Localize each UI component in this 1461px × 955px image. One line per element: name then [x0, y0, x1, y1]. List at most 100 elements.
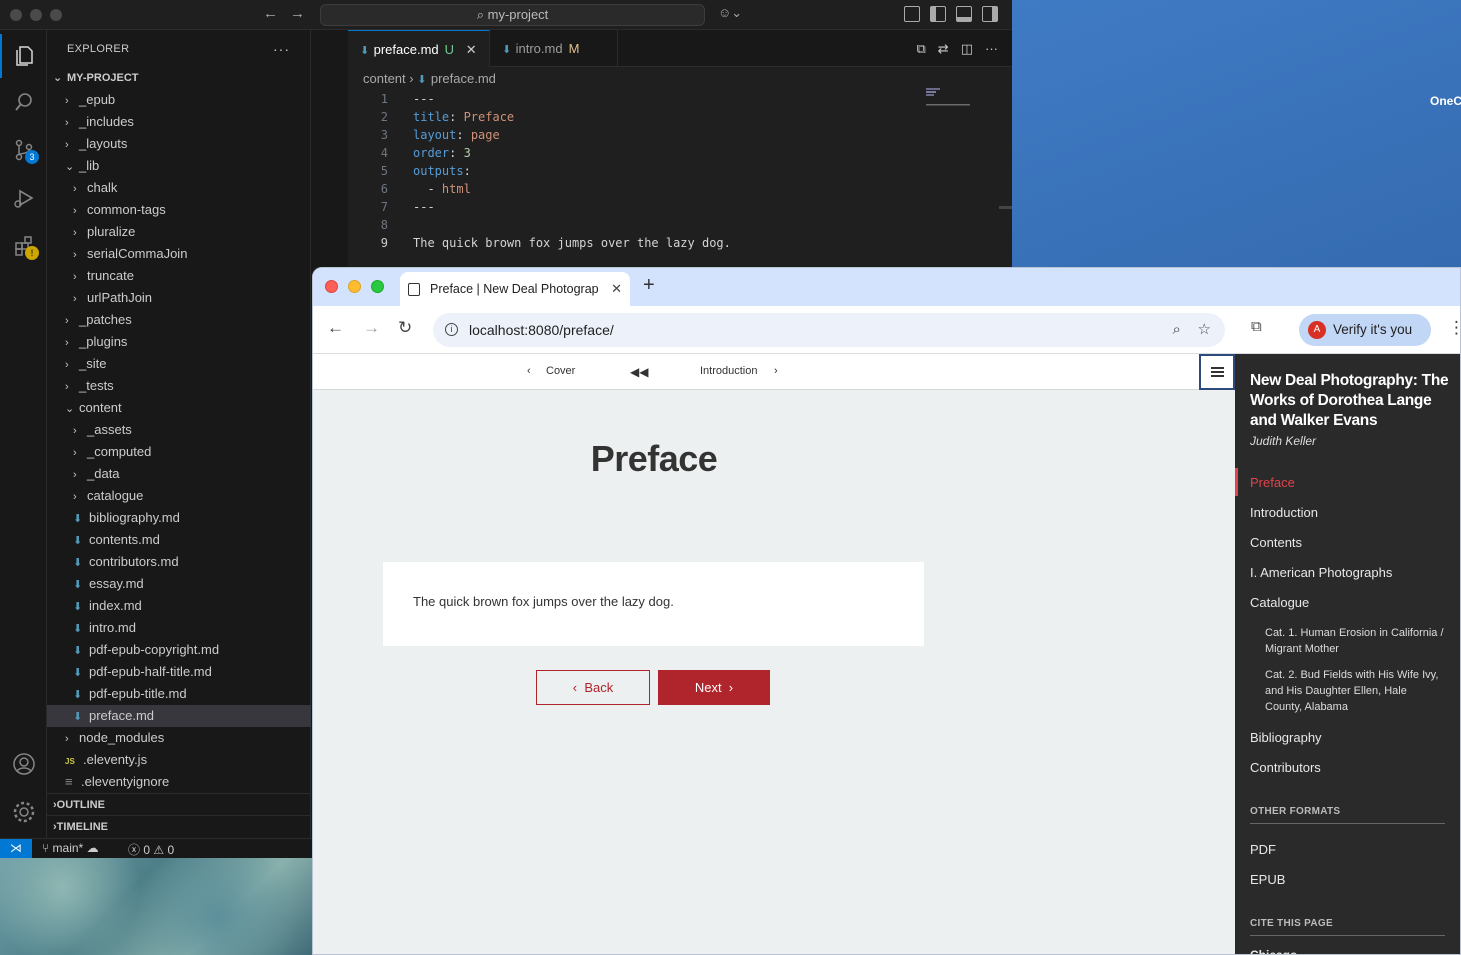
outline-section[interactable]: ›OUTLINE [47, 793, 311, 815]
source-control-icon[interactable]: 3 [0, 128, 47, 172]
copilot-icon[interactable]: ☺⌄ [718, 5, 742, 21]
minimize-window-button[interactable] [348, 280, 361, 293]
close-window-button[interactable] [10, 9, 22, 21]
desktop-icon-label[interactable]: OneC [1430, 94, 1461, 108]
toc-item-preface[interactable]: Preface [1250, 475, 1295, 490]
tree-folder[interactable]: › _includes [47, 111, 311, 133]
tab-preface[interactable]: ⬇ preface.md U ✕ [348, 30, 490, 67]
tree-folder[interactable]: › _patches [47, 309, 311, 331]
open-preview-icon[interactable]: ⧉ [917, 41, 926, 57]
project-root-folder[interactable]: ⌄ MY-PROJECT [47, 67, 311, 89]
tree-folder[interactable]: › _layouts [47, 133, 311, 155]
format-pdf-link[interactable]: PDF [1250, 842, 1276, 857]
forward-arrow-icon[interactable]: → [290, 5, 305, 22]
tree-file[interactable]: ⬇ pdf-epub-title.md [47, 683, 311, 705]
remote-indicator[interactable]: ⋊ [0, 839, 32, 858]
tree-file[interactable]: ⬇ pdf-epub-half-title.md [47, 661, 311, 683]
run-debug-icon[interactable] [0, 176, 47, 220]
split-editor-icon[interactable]: ◫ [961, 41, 973, 57]
tree-file[interactable]: JS .eleventy.js [47, 749, 311, 771]
site-info-icon[interactable]: i [445, 323, 458, 336]
close-tab-icon[interactable]: ✕ [611, 272, 622, 306]
tree-folder[interactable]: › urlPathJoin [47, 287, 311, 309]
toc-subitem-cat-2[interactable]: Cat. 2. Bud Fields with His Wife Ivy, an… [1265, 667, 1445, 715]
minimize-window-button[interactable] [30, 9, 42, 21]
more-actions-icon[interactable]: ··· [273, 41, 290, 57]
forward-arrow-icon[interactable]: → [363, 318, 380, 338]
tree-folder[interactable]: › node_modules [47, 727, 311, 749]
tree-folder[interactable]: ⌄ _lib [47, 155, 311, 177]
browser-tab-active[interactable]: Preface | New Deal Photography: The Work… [400, 272, 630, 306]
bookmark-star-icon[interactable]: ☆ [1198, 321, 1211, 338]
maximize-window-button[interactable] [50, 9, 62, 21]
toc-item-american-photographs[interactable]: I. American Photographs [1250, 565, 1392, 580]
tree-folder[interactable]: › _computed [47, 441, 311, 463]
maximize-window-button[interactable] [371, 280, 384, 293]
reload-icon[interactable]: ↻ [398, 318, 412, 338]
code-editor[interactable]: 1 --- 2 title: Preface 3 layout: page 4 order: … [348, 90, 918, 252]
home-rewind-icon[interactable]: ◀◀ [630, 365, 648, 379]
address-bar[interactable]: i localhost:8080/preface/ ⌕ ☆ [433, 313, 1225, 347]
toc-item-bibliography[interactable]: Bibliography [1250, 730, 1322, 745]
zoom-icon[interactable]: ⌕ [1172, 321, 1180, 338]
minimap[interactable] [926, 88, 976, 108]
tree-folder[interactable]: › _plugins [47, 331, 311, 353]
book-title[interactable]: New Deal Photography: The Works of Dorot… [1250, 371, 1450, 431]
extensions-icon[interactable]: ! [0, 224, 47, 268]
breadcrumb-file[interactable]: preface.md [431, 71, 496, 86]
toc-item-catalogue[interactable]: Catalogue [1250, 595, 1309, 610]
tab-intro[interactable]: ⬇ intro.md M [490, 30, 618, 67]
tree-folder[interactable]: › _data [47, 463, 311, 485]
tree-folder[interactable]: › _tests [47, 375, 311, 397]
close-tab-icon[interactable]: ✕ [466, 42, 477, 57]
back-arrow-icon[interactable]: ← [263, 5, 278, 22]
tree-folder[interactable]: › serialCommaJoin [47, 243, 311, 265]
toggle-primary-sidebar-icon[interactable] [930, 6, 946, 22]
tree-file[interactable]: ⬇ index.md [47, 595, 311, 617]
toc-item-contributors[interactable]: Contributors [1250, 760, 1321, 775]
tree-folder[interactable]: › catalogue [47, 485, 311, 507]
tree-folder[interactable]: ⌄ content [47, 397, 311, 419]
tree-folder[interactable]: › common-tags [47, 199, 311, 221]
toc-item-contents[interactable]: Contents [1250, 535, 1302, 550]
scrollbar-marker[interactable] [999, 206, 1012, 209]
new-tab-icon[interactable]: + [643, 274, 655, 297]
format-epub-link[interactable]: EPUB [1250, 872, 1285, 887]
branch-status[interactable]: ⑂ main* ☁ [42, 841, 99, 855]
tree-file[interactable]: ⬇ pdf-epub-copyright.md [47, 639, 311, 661]
cast-icon[interactable]: ⧉ [1251, 318, 1262, 335]
toc-item-introduction[interactable]: Introduction [1250, 505, 1318, 520]
kebab-menu-icon[interactable]: ⋮ [1448, 318, 1460, 338]
tree-folder[interactable]: › pluralize [47, 221, 311, 243]
next-button[interactable]: Next › [658, 670, 770, 705]
back-button[interactable]: ‹ Back [536, 670, 650, 705]
cite-style-tab[interactable]: Chicago [1250, 948, 1297, 954]
tree-folder[interactable]: › _assets [47, 419, 311, 441]
tree-file[interactable]: ⬇ contributors.md [47, 551, 311, 573]
tree-file[interactable]: ≡ .eleventyignore [47, 771, 311, 793]
tree-folder[interactable]: › _epub [47, 89, 311, 111]
verify-identity-button[interactable]: A Verify it's you [1299, 314, 1431, 346]
toggle-secondary-sidebar-icon[interactable] [982, 6, 998, 22]
tree-folder[interactable]: › _site [47, 353, 311, 375]
tree-file[interactable]: ⬇ intro.md [47, 617, 311, 639]
tree-folder[interactable]: › truncate [47, 265, 311, 287]
back-arrow-icon[interactable]: ← [327, 318, 344, 338]
toc-toggle-button[interactable] [1199, 354, 1235, 390]
toggle-panel-icon[interactable] [956, 6, 972, 22]
problems-status[interactable]: ⓧ 0 ⚠ 0 [128, 841, 174, 858]
explorer-icon[interactable] [0, 34, 47, 78]
more-actions-icon[interactable]: ··· [985, 41, 998, 57]
settings-gear-icon[interactable] [0, 790, 47, 834]
command-center-search[interactable]: ⌕ my-project [320, 4, 705, 26]
breadcrumb-folder[interactable]: content [363, 71, 406, 86]
chevron-right-icon[interactable]: › [774, 365, 778, 377]
compare-changes-icon[interactable]: ⇄ [938, 41, 949, 57]
nav-next-link[interactable]: Introduction [700, 365, 757, 377]
close-window-button[interactable] [325, 280, 338, 293]
nav-prev-link[interactable]: Cover [546, 365, 575, 377]
account-icon[interactable] [0, 742, 47, 786]
tree-file[interactable]: ⬇ bibliography.md [47, 507, 311, 529]
search-icon[interactable] [0, 80, 47, 124]
tree-file[interactable]: ⬇ essay.md [47, 573, 311, 595]
